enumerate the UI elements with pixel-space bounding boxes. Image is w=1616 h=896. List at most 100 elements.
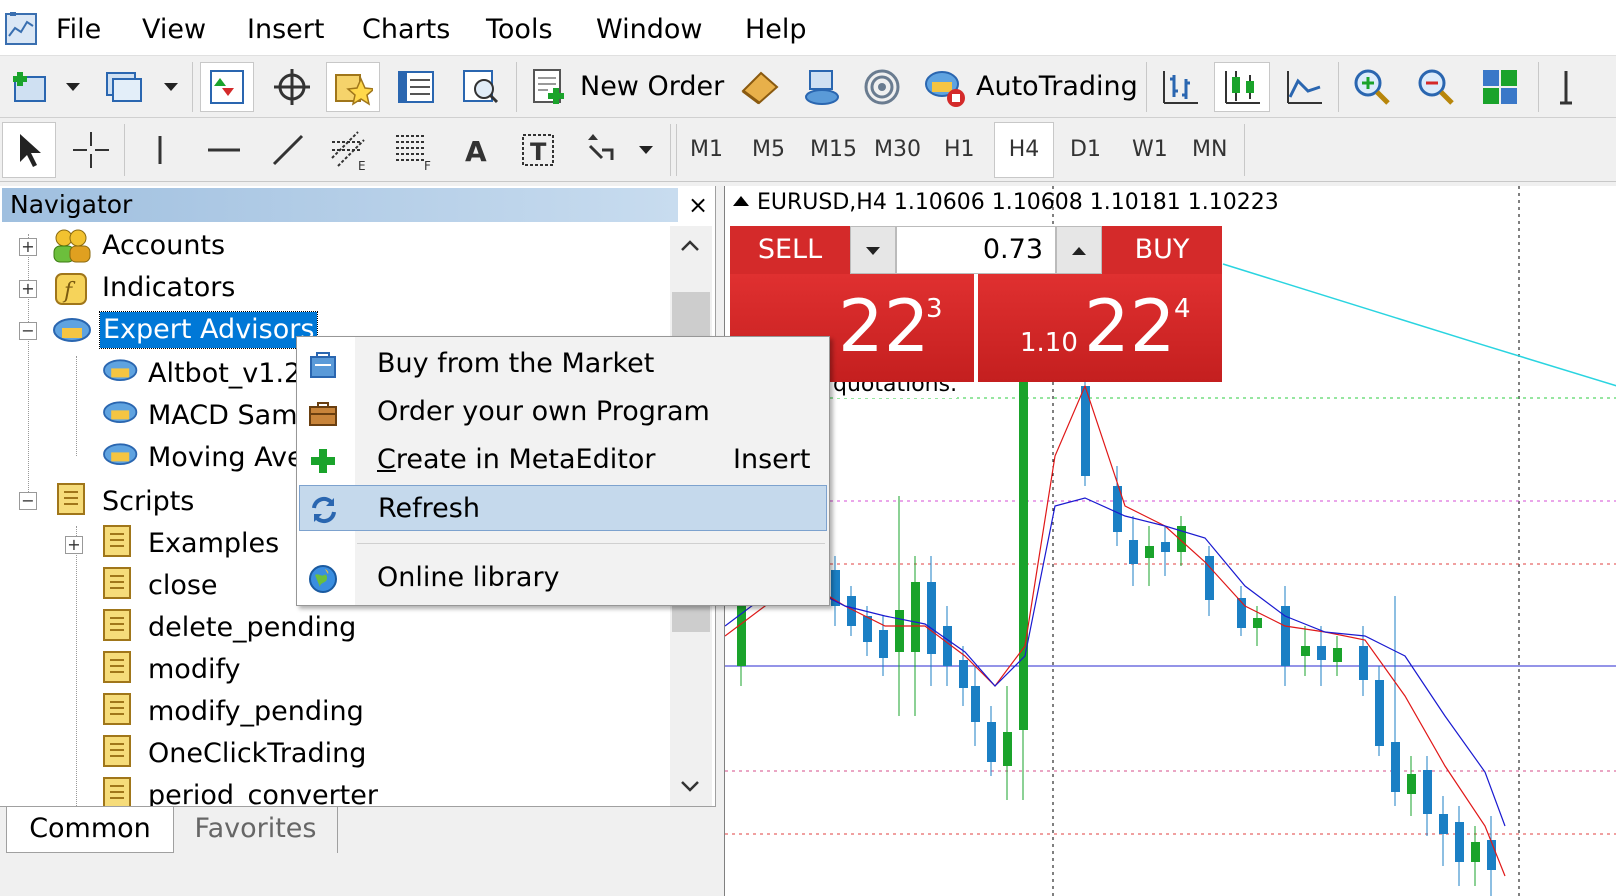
menu-item-refresh[interactable]: Refresh [299,485,827,531]
timeframe-w1[interactable]: W1 [1132,136,1168,164]
script-icon [57,483,85,515]
chevron-down-icon [639,146,653,154]
strategy-tester-button[interactable] [454,62,506,112]
lot-increase-button[interactable] [1056,226,1102,274]
line-chart-button[interactable] [1278,62,1330,112]
timeframe-h1[interactable]: H1 [944,136,975,164]
arrows-dropdown[interactable] [634,140,658,160]
expand-indicators[interactable]: + [19,280,37,298]
tree-ea-item[interactable]: Altbot_v1.2 [148,356,301,392]
cursor-button[interactable] [2,122,56,178]
timeframe-m15[interactable]: M15 [810,136,857,164]
arrows-button[interactable] [576,124,628,176]
tree-script-item[interactable]: close [148,568,218,604]
zoom-out-button[interactable] [1410,62,1462,112]
menu-item-order-program[interactable]: Order your own Program [299,389,827,435]
buy-button[interactable]: BUY [1102,226,1222,274]
expert-advisor-icon [103,401,138,423]
menu-item-buy-from-market[interactable]: Buy from the Market [299,341,827,387]
menu-item-online-library[interactable]: Online library [299,555,827,601]
tab-favorites[interactable]: Favorites [174,807,338,853]
script-icon [103,525,131,557]
tree-script-item[interactable]: modify_pending [148,694,364,730]
timeframe-d1[interactable]: D1 [1070,136,1101,164]
chevron-down-icon [66,83,80,91]
trendline-button[interactable] [262,124,314,176]
menu-insert[interactable]: Insert [247,14,324,46]
timeframe-m30[interactable]: M30 [874,136,921,164]
menu-item-label: Buy from the Market [377,348,655,379]
navigator-button[interactable] [326,62,380,112]
vertical-line-icon [158,136,162,164]
timeframe-h4[interactable]: H4 [994,122,1054,178]
text-icon: A [465,135,487,167]
tree-script-item[interactable]: Examples [148,526,279,562]
expert-advisor-icon [53,318,91,342]
menu-separator [357,543,825,544]
text-button[interactable]: A [452,124,500,176]
profiles-button[interactable] [98,64,148,110]
zoom-in-button[interactable] [1346,62,1398,112]
terminal-button[interactable] [390,62,442,112]
expand-examples[interactable]: + [65,536,83,554]
close-icon[interactable]: × [684,190,712,220]
buy-price-box[interactable]: 1.10 22 4 [978,274,1222,382]
tree-script-item[interactable]: delete_pending [148,610,356,646]
tile-windows-button[interactable] [1474,62,1526,112]
tree-ea-item[interactable]: MACD Sam [148,398,298,434]
metaeditor-button[interactable] [734,62,786,112]
data-window-button[interactable] [266,62,318,112]
expand-accounts[interactable]: + [19,238,37,256]
expert-advisor-icon [103,443,138,465]
new-order-button[interactable]: New Order [524,62,730,112]
new-chart-button[interactable] [4,64,54,110]
terminal-icon [398,71,434,103]
market-button[interactable] [796,62,848,112]
tree-script-item[interactable]: period_converter [148,778,378,806]
signals-button[interactable] [856,62,908,112]
profiles-dropdown[interactable] [160,76,182,98]
scroll-chart-button[interactable] [1546,62,1586,112]
script-icon [103,777,131,806]
timeframe-m5[interactable]: M5 [752,136,785,164]
sell-button[interactable]: SELL [730,226,850,274]
scroll-up-icon[interactable] [680,238,700,252]
timeframe-m1[interactable]: M1 [690,136,723,164]
equidistant-channel-button[interactable]: E [324,124,376,176]
tree-accounts[interactable]: Accounts [102,228,225,264]
buy-price-sup: 4 [1174,294,1191,324]
chevron-up-icon [1072,247,1086,255]
text-label-button[interactable]: T [514,124,562,176]
svg-text:E: E [358,159,366,172]
tree-ea-item[interactable]: Moving Ave [148,440,304,476]
menu-view[interactable]: View [142,14,206,46]
menu-charts[interactable]: Charts [362,14,450,46]
menu-bar: File View Insert Charts Tools Window Hel… [0,0,1616,56]
menu-help[interactable]: Help [745,14,807,46]
lot-decrease-button[interactable] [850,226,896,274]
tree-script-item[interactable]: OneClickTrading [148,736,366,772]
crosshair-button[interactable] [64,124,118,176]
collapse-expert-advisors[interactable]: − [19,322,37,340]
market-watch-button[interactable] [200,62,254,112]
autotrading-button[interactable]: AutoTrading [920,62,1140,112]
tree-indicators[interactable]: Indicators [102,270,235,306]
tab-common[interactable]: Common [6,807,174,853]
menu-file[interactable]: File [56,14,101,46]
menu-tools[interactable]: Tools [486,14,553,46]
new-chart-dropdown[interactable] [62,76,84,98]
bar-chart-button[interactable] [1154,62,1206,112]
candlestick-button[interactable] [1214,62,1270,112]
lot-size-input[interactable]: 0.73 [896,226,1056,274]
tree-script-item[interactable]: modify [148,652,240,688]
menu-window[interactable]: Window [596,14,702,46]
fibonacci-button[interactable]: F [388,124,440,176]
vertical-line-button[interactable] [134,124,186,176]
menu-item-create-in-metaeditor[interactable]: Create in MetaEditor Insert [299,437,827,483]
tree-expert-advisors[interactable]: Expert Advisors [98,311,319,349]
tree-scripts[interactable]: Scripts [102,484,194,520]
horizontal-line-button[interactable] [198,124,250,176]
collapse-scripts[interactable]: − [19,492,37,510]
timeframe-mn[interactable]: MN [1192,136,1227,164]
scroll-down-icon[interactable] [680,780,700,794]
